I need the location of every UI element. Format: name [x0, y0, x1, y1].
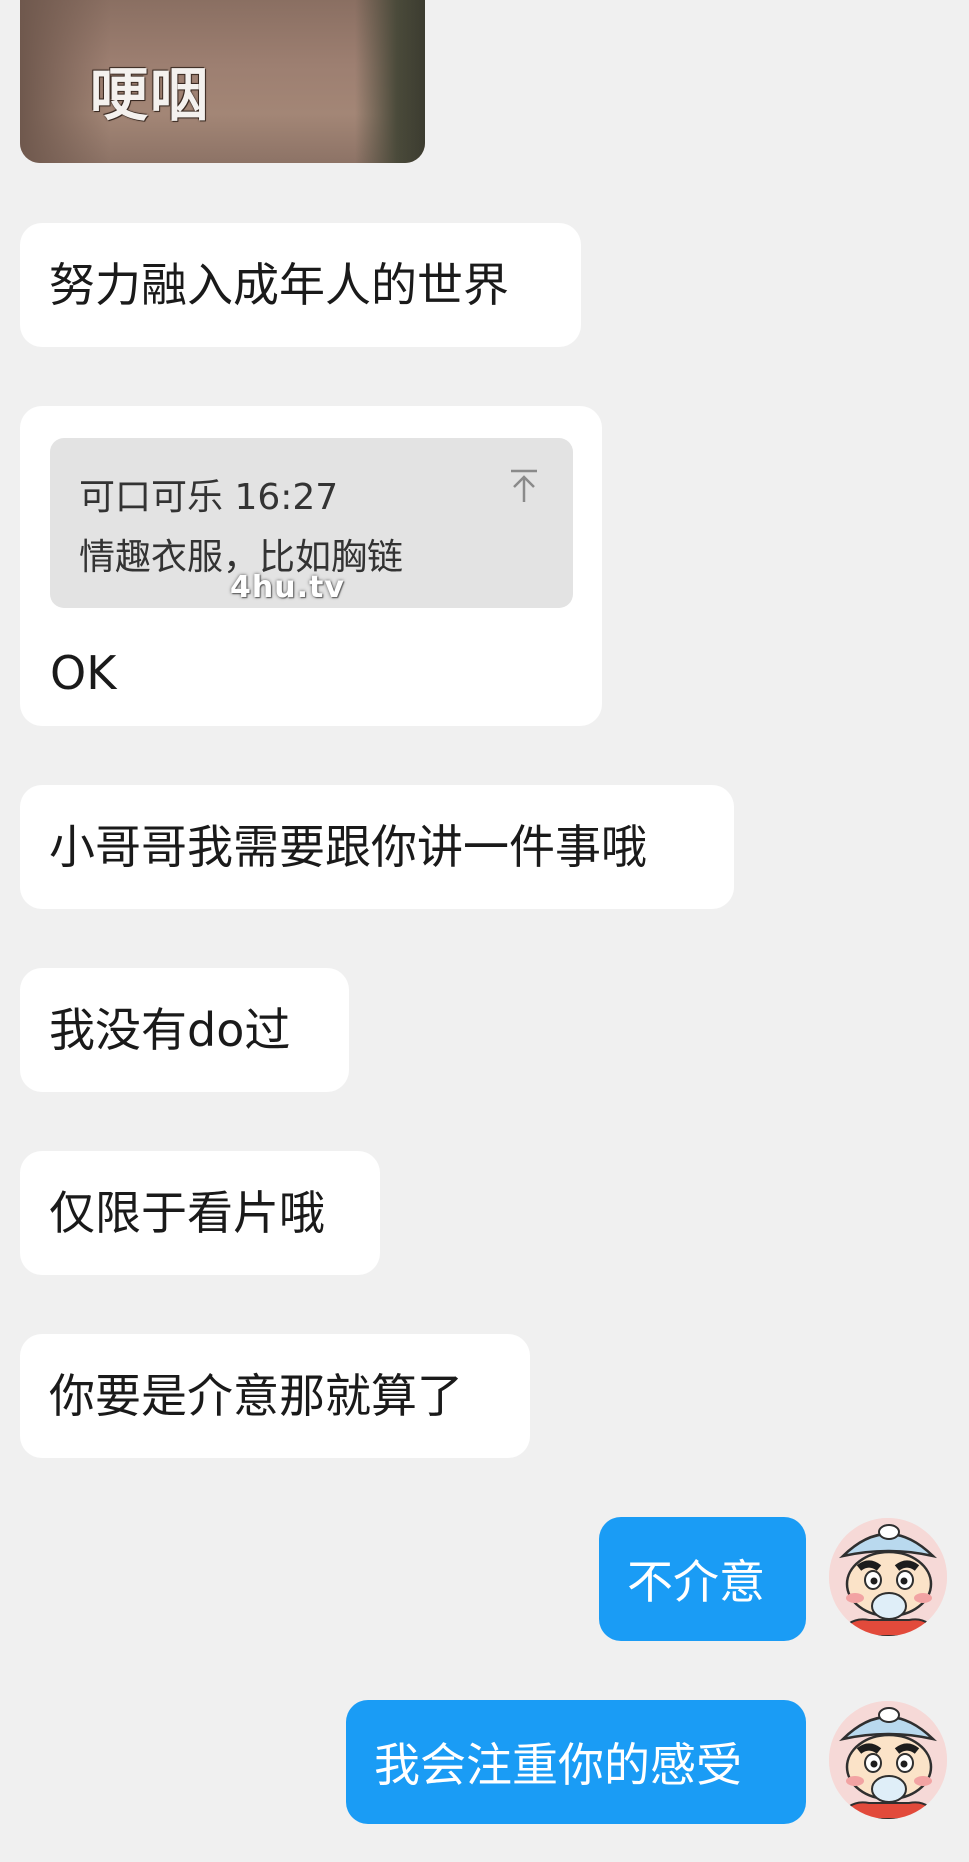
message-text: 你要是介意那就算了 — [49, 1369, 463, 1423]
reply-text: OK — [50, 646, 117, 700]
message-text: 小哥哥我需要跟你讲一件事哦 — [49, 820, 647, 874]
received-message-bubble[interactable]: 你要是介意那就算了 — [20, 1334, 530, 1458]
message-text: 我会注重你的感受 — [374, 1738, 742, 1792]
watermark-text: 4hu.tv — [230, 570, 345, 605]
received-message-bubble[interactable]: 仅限于看片哦 — [20, 1151, 380, 1275]
sent-message-bubble[interactable]: 我会注重你的感受 — [346, 1700, 806, 1824]
message-text: 我没有do过 — [49, 1003, 291, 1057]
sticker-image[interactable]: 哽咽 — [20, 0, 425, 163]
received-message-bubble[interactable]: 努力融入成年人的世界 — [20, 223, 581, 347]
message-text: 仅限于看片哦 — [49, 1186, 325, 1240]
message-text: 努力融入成年人的世界 — [49, 258, 509, 312]
message-text: 不介意 — [627, 1555, 765, 1609]
quoted-sender-time: 可口可乐 16:27 — [79, 477, 339, 518]
sticker-shading — [355, 0, 425, 163]
sent-message-bubble[interactable]: 不介意 — [599, 1517, 806, 1641]
cartoon-boy-avatar-icon — [829, 1701, 947, 1819]
received-message-bubble[interactable]: 小哥哥我需要跟你讲一件事哦 — [20, 785, 734, 909]
user-avatar[interactable] — [829, 1701, 947, 1819]
received-message-bubble[interactable]: 我没有do过 — [20, 968, 349, 1092]
cartoon-boy-avatar-icon — [829, 1518, 947, 1636]
sticker-caption: 哽咽 — [90, 61, 211, 129]
quote-reply-bubble[interactable]: 可口可乐 16:27 情趣衣服，比如胸链 OK — [20, 406, 602, 726]
user-avatar[interactable] — [829, 1518, 947, 1636]
arrow-up-to-top-icon[interactable] — [509, 468, 539, 504]
